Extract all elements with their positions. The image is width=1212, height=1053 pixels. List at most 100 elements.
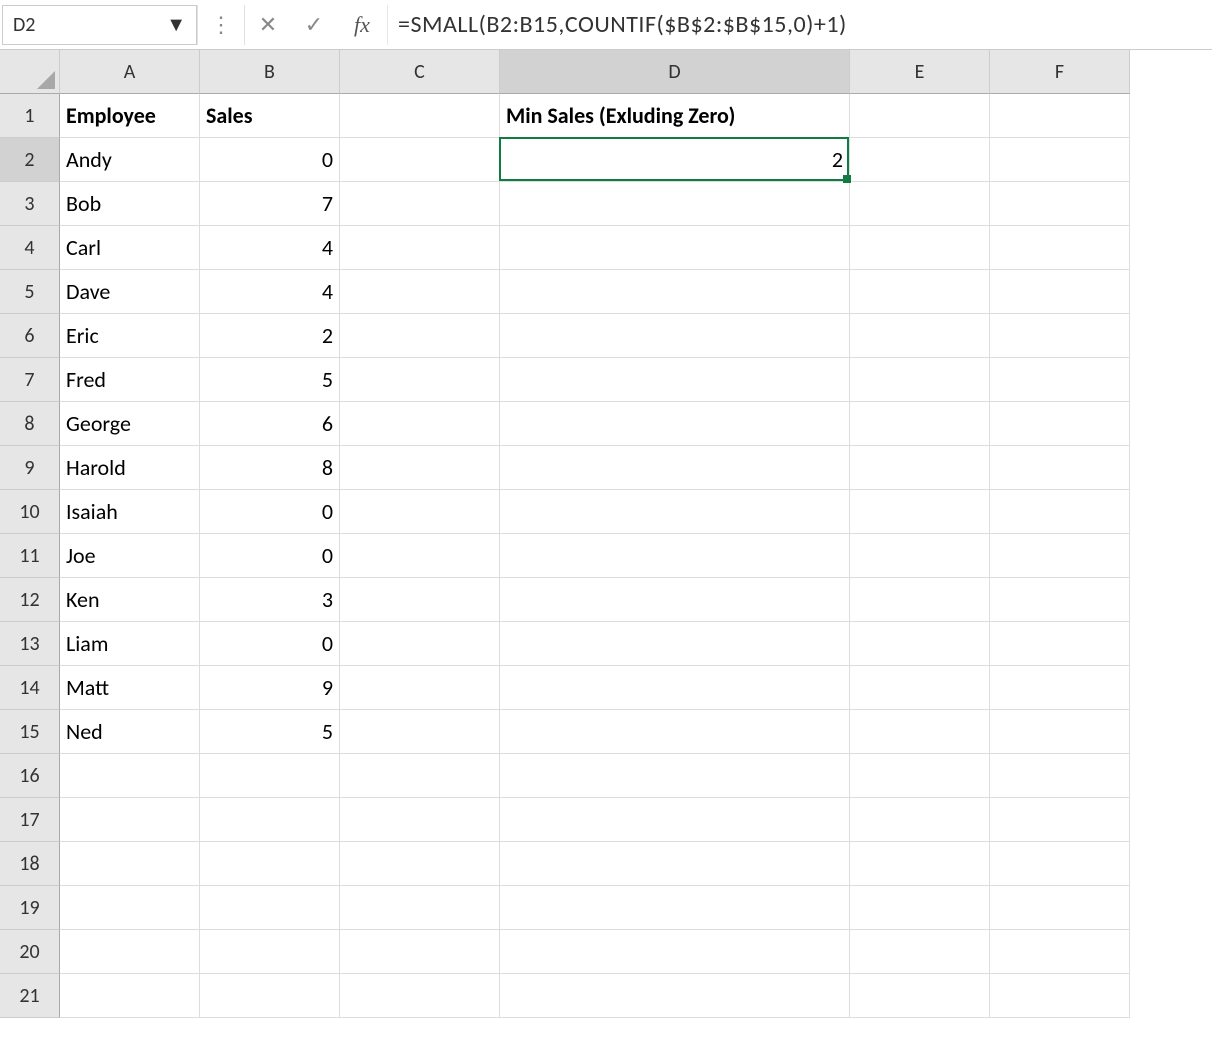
cell-D9[interactable] <box>500 446 850 490</box>
cell-C13[interactable] <box>340 622 500 666</box>
cell-C4[interactable] <box>340 226 500 270</box>
cell-D3[interactable] <box>500 182 850 226</box>
column-header-C[interactable]: C <box>340 50 500 94</box>
row-header-1[interactable]: 1 <box>0 94 60 138</box>
cell-C12[interactable] <box>340 578 500 622</box>
cell-D8[interactable] <box>500 402 850 446</box>
cell-A4[interactable]: Carl <box>60 226 200 270</box>
cell-A7[interactable]: Fred <box>60 358 200 402</box>
cell-A17[interactable] <box>60 798 200 842</box>
cell-E6[interactable] <box>850 314 990 358</box>
cell-D5[interactable] <box>500 270 850 314</box>
cell-E11[interactable] <box>850 534 990 578</box>
row-header-7[interactable]: 7 <box>0 358 60 402</box>
cell-E1[interactable] <box>850 94 990 138</box>
cell-C7[interactable] <box>340 358 500 402</box>
cell-F17[interactable] <box>990 798 1130 842</box>
cell-F18[interactable] <box>990 842 1130 886</box>
cell-E19[interactable] <box>850 886 990 930</box>
cell-D15[interactable] <box>500 710 850 754</box>
cell-F20[interactable] <box>990 930 1130 974</box>
cell-E18[interactable] <box>850 842 990 886</box>
cell-A15[interactable]: Ned <box>60 710 200 754</box>
cell-D19[interactable] <box>500 886 850 930</box>
cell-D17[interactable] <box>500 798 850 842</box>
chevron-down-icon[interactable]: ▼ <box>166 13 186 37</box>
cell-A14[interactable]: Matt <box>60 666 200 710</box>
cell-E5[interactable] <box>850 270 990 314</box>
cell-B19[interactable] <box>200 886 340 930</box>
cell-E15[interactable] <box>850 710 990 754</box>
cell-B4[interactable]: 4 <box>200 226 340 270</box>
cell-F8[interactable] <box>990 402 1130 446</box>
cell-F7[interactable] <box>990 358 1130 402</box>
cell-E20[interactable] <box>850 930 990 974</box>
cell-D20[interactable] <box>500 930 850 974</box>
cell-C16[interactable] <box>340 754 500 798</box>
cell-F6[interactable] <box>990 314 1130 358</box>
cell-F14[interactable] <box>990 666 1130 710</box>
column-header-E[interactable]: E <box>850 50 990 94</box>
row-header-21[interactable]: 21 <box>0 974 60 1018</box>
cell-D14[interactable] <box>500 666 850 710</box>
select-all-corner[interactable] <box>0 50 60 94</box>
options-icon[interactable]: ⋮ <box>198 5 244 45</box>
column-header-A[interactable]: A <box>60 50 200 94</box>
cell-A16[interactable] <box>60 754 200 798</box>
cell-A1[interactable]: Employee <box>60 94 200 138</box>
fx-icon[interactable]: fx <box>337 12 387 38</box>
cell-B7[interactable]: 5 <box>200 358 340 402</box>
cell-A6[interactable]: Eric <box>60 314 200 358</box>
cell-F15[interactable] <box>990 710 1130 754</box>
cell-A18[interactable] <box>60 842 200 886</box>
cell-E10[interactable] <box>850 490 990 534</box>
cell-E9[interactable] <box>850 446 990 490</box>
row-header-4[interactable]: 4 <box>0 226 60 270</box>
row-header-9[interactable]: 9 <box>0 446 60 490</box>
cell-B10[interactable]: 0 <box>200 490 340 534</box>
cell-C9[interactable] <box>340 446 500 490</box>
cell-D2[interactable]: 2 <box>500 138 850 182</box>
cell-C6[interactable] <box>340 314 500 358</box>
cell-E8[interactable] <box>850 402 990 446</box>
row-header-12[interactable]: 12 <box>0 578 60 622</box>
cell-A8[interactable]: George <box>60 402 200 446</box>
cell-F11[interactable] <box>990 534 1130 578</box>
cell-F16[interactable] <box>990 754 1130 798</box>
row-header-3[interactable]: 3 <box>0 182 60 226</box>
cell-A9[interactable]: Harold <box>60 446 200 490</box>
cell-D12[interactable] <box>500 578 850 622</box>
row-header-6[interactable]: 6 <box>0 314 60 358</box>
cell-C21[interactable] <box>340 974 500 1018</box>
cell-B11[interactable]: 0 <box>200 534 340 578</box>
row-header-11[interactable]: 11 <box>0 534 60 578</box>
cell-B5[interactable]: 4 <box>200 270 340 314</box>
cell-E2[interactable] <box>850 138 990 182</box>
cell-F12[interactable] <box>990 578 1130 622</box>
cell-F19[interactable] <box>990 886 1130 930</box>
cell-B1[interactable]: Sales <box>200 94 340 138</box>
cell-B13[interactable]: 0 <box>200 622 340 666</box>
cell-C15[interactable] <box>340 710 500 754</box>
cell-D18[interactable] <box>500 842 850 886</box>
row-header-14[interactable]: 14 <box>0 666 60 710</box>
cell-E16[interactable] <box>850 754 990 798</box>
cell-C10[interactable] <box>340 490 500 534</box>
cell-A12[interactable]: Ken <box>60 578 200 622</box>
cell-C14[interactable] <box>340 666 500 710</box>
cell-B21[interactable] <box>200 974 340 1018</box>
cell-D7[interactable] <box>500 358 850 402</box>
cell-F4[interactable] <box>990 226 1130 270</box>
row-header-15[interactable]: 15 <box>0 710 60 754</box>
enter-icon[interactable]: ✓ <box>291 5 337 45</box>
cell-D6[interactable] <box>500 314 850 358</box>
cell-F10[interactable] <box>990 490 1130 534</box>
cell-B6[interactable]: 2 <box>200 314 340 358</box>
cell-F9[interactable] <box>990 446 1130 490</box>
row-header-8[interactable]: 8 <box>0 402 60 446</box>
cell-A2[interactable]: Andy <box>60 138 200 182</box>
row-header-18[interactable]: 18 <box>0 842 60 886</box>
cell-D16[interactable] <box>500 754 850 798</box>
cell-B12[interactable]: 3 <box>200 578 340 622</box>
cell-C3[interactable] <box>340 182 500 226</box>
